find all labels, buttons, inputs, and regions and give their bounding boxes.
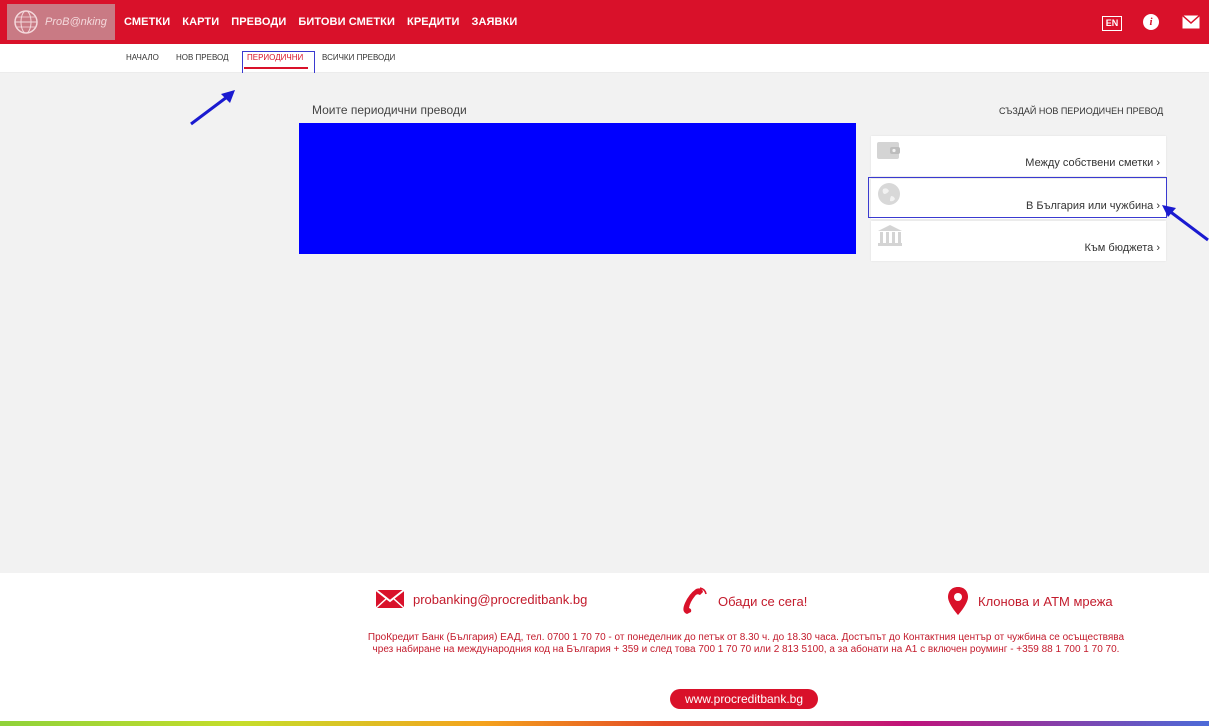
option-own-accounts-label: Между собствени сметки › — [1025, 157, 1160, 169]
language-switch-button[interactable]: EN — [1102, 16, 1122, 31]
nav-item-transfers[interactable]: ПРЕВОДИ — [231, 16, 286, 28]
bottom-color-stripe — [0, 721, 1209, 726]
tab-all-transfers[interactable]: ВСИЧКИ ПРЕВОДИ — [322, 53, 395, 62]
nav-item-applications[interactable]: ЗАЯВКИ — [471, 16, 517, 28]
website-link-button[interactable]: www.procreditbank.bg — [670, 689, 818, 709]
globe-logo-icon — [14, 10, 38, 34]
footer-call-link[interactable]: Обади се сега! — [678, 586, 807, 616]
main-navigation: СМЕТКИ КАРТИ ПРЕВОДИ БИТОВИ СМЕТКИ КРЕДИ… — [124, 0, 529, 44]
logo-text: ProB@nking — [45, 16, 107, 28]
location-pin-icon — [948, 587, 968, 615]
option-to-budget[interactable]: Към бюджета › — [871, 221, 1166, 261]
nav-item-loans[interactable]: КРЕДИТИ — [407, 16, 459, 28]
nav-item-utility-bills[interactable]: БИТОВИ СМЕТКИ — [298, 16, 395, 28]
footer-call-text: Обади се сега! — [718, 593, 808, 609]
annotation-arrow-icon — [1162, 205, 1209, 242]
footer-email-text: probanking@procreditbank.bg — [413, 591, 588, 607]
sub-navigation: НАЧАЛО НОВ ПРЕВОД ПЕРИОДИЧНИ ВСИЧКИ ПРЕВ… — [0, 44, 1209, 73]
footer-branches-link[interactable]: Клонова и АТМ мрежа — [946, 586, 1113, 616]
footer-branches-text: Клонова и АТМ мрежа — [978, 593, 1113, 609]
bulgaria-option-highlight-annotation — [868, 177, 1167, 218]
option-to-budget-label: Към бюджета › — [1084, 242, 1161, 254]
redacted-transfers-list — [299, 123, 856, 254]
phone-icon — [683, 587, 707, 614]
wallet-icon — [877, 142, 900, 159]
tab-new-transfer[interactable]: НОВ ПРЕВОД — [176, 53, 229, 62]
nav-item-cards[interactable]: КАРТИ — [182, 16, 219, 28]
probanking-logo[interactable]: ProB@nking — [7, 4, 115, 40]
option-own-accounts[interactable]: Между собствени сметки › — [871, 136, 1166, 176]
top-navigation-bar: ProB@nking СМЕТКИ КАРТИ ПРЕВОДИ БИТОВИ С… — [0, 0, 1209, 44]
info-icon[interactable]: i — [1143, 14, 1159, 30]
building-icon — [878, 225, 902, 246]
tab-home[interactable]: НАЧАЛО — [126, 53, 159, 62]
annotation-arrow-icon — [190, 90, 235, 126]
create-periodic-transfer-title: СЪЗДАЙ НОВ ПЕРИОДИЧЕН ПРЕВОД — [999, 106, 1164, 116]
footer-email-link[interactable]: probanking@procreditbank.bg — [375, 588, 587, 610]
nav-item-accounts[interactable]: СМЕТКИ — [124, 16, 170, 28]
footer-contact-info: ПроКредит Банк (България) ЕАД, тел. 0700… — [367, 632, 1125, 655]
section-title: Моите периодични преводи — [312, 103, 467, 117]
mail-icon[interactable] — [1182, 15, 1200, 29]
envelope-icon — [375, 589, 405, 609]
